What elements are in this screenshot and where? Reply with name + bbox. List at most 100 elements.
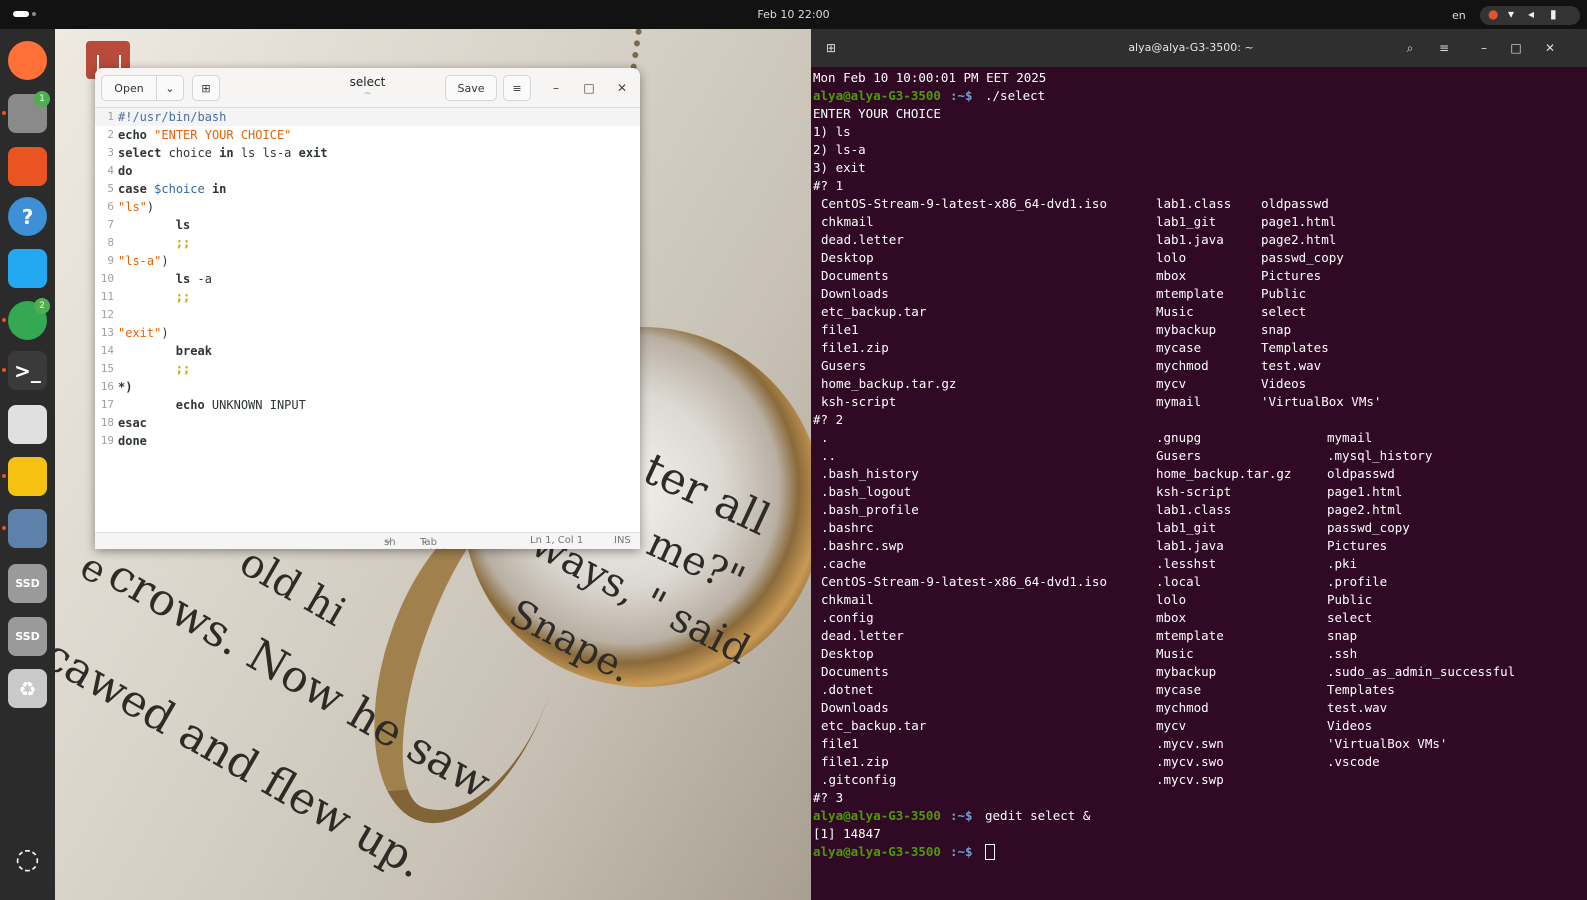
- code-text: done: [118, 434, 147, 448]
- file-entry: lab1_git: [1156, 520, 1217, 535]
- dock-item-document-viewer[interactable]: [8, 405, 47, 444]
- dock-item-app-center[interactable]: [8, 147, 47, 186]
- terminal-line: Mon Feb 10 10:00:01 PM EET 2025: [813, 69, 1585, 87]
- terminal-output[interactable]: Mon Feb 10 10:00:01 PM EET 2025 alya@alya…: [813, 69, 1585, 899]
- command-text: ./select: [985, 88, 1046, 103]
- file-entry: Music: [1156, 304, 1194, 319]
- file-entry: dead.letter: [821, 628, 904, 643]
- file-entry: .profile: [1327, 574, 1388, 589]
- new-tab-button[interactable]: ⊞: [192, 75, 220, 101]
- terminal-cursor: [985, 844, 995, 860]
- file-entry: Downloads: [821, 286, 889, 301]
- dock-item-ssd-2[interactable]: SSD: [8, 617, 47, 656]
- terminal-line: #? 2: [813, 411, 1585, 429]
- file-entry: mychmod: [1156, 358, 1209, 373]
- line-number: 18: [100, 416, 114, 429]
- file-entry: 'VirtualBox VMs': [1261, 394, 1382, 409]
- terminal-line: Desktop Music .ssh: [813, 645, 1585, 663]
- terminal-line: .bash_history home_backup.tar.gz oldpasswd: [813, 465, 1585, 483]
- line-number: 9: [107, 254, 114, 267]
- terminal-line: .bashrc lab1_git passwd_copy: [813, 519, 1585, 537]
- terminal-line: file1.zip mycase Templates: [813, 339, 1585, 357]
- minimize-button[interactable]: –: [548, 80, 564, 96]
- code-line: 10 ls -a: [95, 270, 640, 288]
- close-button[interactable]: ✕: [614, 80, 630, 96]
- terminal-line: file1 .mycv.swn 'VirtualBox VMs': [813, 735, 1585, 753]
- file-entry: .mycv.swn: [1156, 736, 1224, 751]
- file-entry: test.wav: [1327, 700, 1388, 715]
- top-bar: Feb 10 22:00 en ● ▾ ◂ ▮: [0, 0, 1587, 29]
- close-button[interactable]: ✕: [1538, 37, 1562, 59]
- dock-item-chrome[interactable]: 2: [2, 298, 50, 340]
- new-tab-icon: ⊞: [201, 81, 211, 95]
- open-button[interactable]: Open: [101, 75, 157, 101]
- file-entry: .bashrc.swp: [821, 538, 904, 553]
- dock-item-notes[interactable]: [2, 457, 47, 496]
- file-entry: mymail: [1327, 430, 1373, 445]
- clock[interactable]: Feb 10 22:00: [0, 8, 1587, 21]
- file-entry: ksh-script: [821, 394, 897, 409]
- tab-width-selector[interactable]: Tab Width: 8 ⌄: [420, 535, 452, 549]
- line-number: 17: [100, 398, 114, 411]
- file-entry: .mycv.swo: [1156, 754, 1224, 769]
- dock-item-ssd-1[interactable]: SSD: [8, 564, 47, 603]
- cursor-position[interactable]: Ln 1, Col 1: [530, 535, 583, 546]
- prompt-user: alya@alya-G3-3500: [813, 88, 941, 103]
- file-entry: Public: [1327, 592, 1373, 607]
- terminal-line: chkmail lab1_git page1.html: [813, 213, 1585, 231]
- terminal-line: Documents mybackup .sudo_as_admin_successf…: [813, 663, 1585, 681]
- prompt-user: alya@alya-G3-3500: [813, 808, 941, 823]
- system-tray[interactable]: ● ▾ ◂ ▮: [1480, 6, 1580, 25]
- dock-item-text-editor[interactable]: [2, 509, 47, 548]
- dock-item-help[interactable]: ?: [8, 197, 47, 236]
- file-entry: oldpasswd: [1327, 466, 1395, 481]
- search-button[interactable]: ⌕: [1398, 37, 1422, 59]
- minimize-button[interactable]: –: [1472, 37, 1496, 59]
- dock-item-firefox[interactable]: [8, 41, 47, 80]
- file-entry: .bash_history: [821, 466, 919, 481]
- dock-item-terminal[interactable]: >_: [2, 351, 47, 390]
- terminal-line: alya@alya-G3-3500:~$ ./select: [813, 87, 1585, 105]
- terminal-line: 2) ls-a: [813, 141, 1585, 159]
- language-selector[interactable]: sh ⌄: [384, 535, 396, 548]
- file-entry: Documents: [821, 268, 889, 283]
- language-label: sh: [384, 537, 396, 548]
- close-icon: ✕: [616, 81, 628, 95]
- code-text: "exit"): [118, 326, 169, 340]
- file-entry: .: [821, 430, 829, 445]
- file-entry: lab1_git: [1156, 214, 1217, 229]
- open-dropdown-button[interactable]: ⌄: [156, 75, 184, 101]
- code-text: echo UNKNOWN INPUT: [175, 398, 306, 412]
- maximize-button[interactable]: □: [1504, 37, 1528, 59]
- menu-button[interactable]: ≡: [503, 75, 531, 101]
- line-number: 15: [100, 362, 114, 375]
- hamburger-menu-icon: ≡: [512, 81, 522, 95]
- dock-item-files[interactable]: 1: [2, 91, 50, 133]
- dock-item-vscode[interactable]: [8, 249, 47, 288]
- file-entry: select: [1261, 304, 1307, 319]
- file-entry: .config: [821, 610, 874, 625]
- code-text: "ls-a"): [118, 254, 169, 268]
- dock-item-trash[interactable]: ♻: [8, 669, 47, 708]
- line-number: 7: [107, 218, 114, 231]
- terminal-title: alya@alya-G3-3500: ~: [1128, 41, 1254, 54]
- line-number: 19: [100, 434, 114, 447]
- code-line: 17 echo UNKNOWN INPUT: [95, 396, 640, 414]
- file-entry: lab1.java: [1156, 232, 1224, 247]
- drive-icon: SSD: [15, 577, 40, 590]
- save-button[interactable]: Save: [445, 75, 497, 101]
- code-line: 13 "exit"): [95, 324, 640, 342]
- code-editor[interactable]: 1 #!/usr/bin/bash 2 echo "ENTER YOUR CHOICE…: [95, 108, 640, 532]
- terminal-line: .gitconfig .mycv.swp: [813, 771, 1585, 789]
- code-text: do: [118, 164, 133, 178]
- dock-item-show-apps[interactable]: ◌: [8, 839, 47, 878]
- file-entry: Templates: [1261, 340, 1329, 355]
- code-line: 18 esac: [95, 414, 640, 432]
- input-language[interactable]: en: [1452, 9, 1466, 22]
- file-entry: passwd_copy: [1261, 250, 1344, 265]
- terminal-line: 3) exit: [813, 159, 1585, 177]
- prompt-path: :~$: [950, 844, 973, 859]
- menu-button[interactable]: ≡: [1432, 37, 1456, 59]
- maximize-button[interactable]: □: [581, 80, 597, 96]
- terminal-line: dead.letter lab1.java page2.html: [813, 231, 1585, 249]
